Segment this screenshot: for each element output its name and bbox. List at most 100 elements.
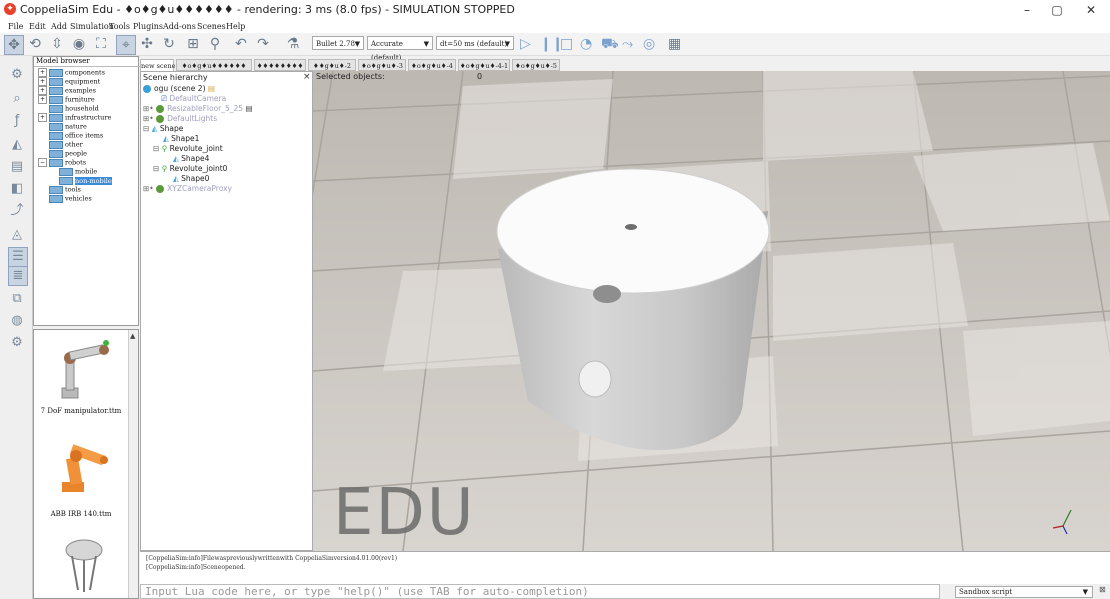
tree-expander-icon[interactable]: + bbox=[38, 77, 47, 86]
video-recorder-icon[interactable]: ◍ bbox=[8, 312, 26, 330]
tab-scene[interactable]: ♦♦g♦u♦-2 bbox=[308, 59, 356, 71]
model-folder-mobile[interactable]: mobile bbox=[48, 167, 97, 176]
model-browser-toggle-icon[interactable]: ☰ bbox=[8, 247, 28, 267]
tab-scene[interactable]: ♦o♦g♦u♦-5 bbox=[512, 59, 560, 71]
menu-simulation[interactable]: Simulation bbox=[70, 20, 114, 33]
tree-expander-icon[interactable]: + bbox=[38, 68, 47, 77]
tree-item-shape4[interactable]: ◭ Shape4 bbox=[173, 154, 209, 164]
selection-icon[interactable]: ◬ bbox=[8, 226, 26, 244]
menu-file[interactable]: File bbox=[8, 20, 23, 33]
close-window-button[interactable]: ✕ bbox=[1068, 0, 1110, 20]
dynamics-toggle-icon[interactable]: ⚗ bbox=[284, 35, 302, 53]
stop-simulation-icon[interactable]: □ bbox=[560, 36, 573, 52]
speed-up-icon[interactable]: ⤳ bbox=[622, 36, 633, 52]
visualization-toggle-icon[interactable]: ◎ bbox=[643, 36, 655, 52]
calculation-modules-icon[interactable]: ƒ bbox=[8, 112, 26, 130]
expand-icon[interactable]: ⊞• bbox=[143, 114, 154, 123]
tree-expander-icon[interactable]: + bbox=[38, 95, 47, 104]
page-selector-icon[interactable]: ▦ bbox=[668, 36, 681, 52]
menu-scenes[interactable]: Scenes bbox=[197, 20, 226, 33]
tree-item-shape0[interactable]: ◭ Shape0 bbox=[173, 174, 209, 184]
undo-icon[interactable]: ↶ bbox=[232, 35, 250, 53]
menu-plugins[interactable]: Plugins bbox=[133, 20, 163, 33]
tree-expander-icon[interactable]: − bbox=[38, 158, 47, 167]
menu-tools[interactable]: Tools bbox=[109, 20, 130, 33]
camera-pan-icon[interactable]: ✥ bbox=[4, 35, 24, 55]
model-folder-people[interactable]: people bbox=[38, 149, 87, 158]
tab-scene[interactable]: ♦o♦g♦u♦-4-1 bbox=[458, 59, 510, 71]
click-select-icon[interactable]: ⌖ bbox=[116, 35, 136, 55]
camera-angle-icon[interactable]: ◉ bbox=[70, 35, 88, 53]
realtime-mode-icon[interactable]: ◔ bbox=[580, 36, 592, 52]
clear-console-icon[interactable]: ⊠ bbox=[1099, 585, 1106, 594]
menu-edit[interactable]: Edit bbox=[29, 20, 46, 33]
manipulator-thumbnail[interactable] bbox=[44, 336, 124, 402]
slow-down-icon[interactable]: ⛟ bbox=[601, 36, 619, 52]
tree-item-revolute-joint0[interactable]: ⊟ ⚲ Revolute_joint0 bbox=[153, 164, 227, 174]
menu-add[interactable]: Add bbox=[51, 20, 67, 33]
delta-robot-thumbnail[interactable] bbox=[52, 530, 116, 599]
collections-icon[interactable]: ◭ bbox=[8, 136, 26, 154]
scene-root-item[interactable]: ogu (scene 2) ▤ bbox=[143, 84, 215, 94]
tree-item-xyz-camera-proxy[interactable]: ⊞• XYZCameraProxy bbox=[143, 184, 232, 194]
scroll-up-icon[interactable]: ▲ bbox=[130, 332, 135, 340]
collapse-icon[interactable]: ⊟ bbox=[153, 164, 159, 173]
camera-rotate-icon[interactable]: ⟲ bbox=[26, 35, 44, 53]
model-folder-furniture[interactable]: + furniture bbox=[38, 95, 95, 104]
model-folder-vehicles[interactable]: vehicles bbox=[38, 194, 92, 203]
tab-scene[interactable]: ♦o♦g♦u♦-3 bbox=[358, 59, 406, 71]
model-folder-equipment[interactable]: + equipment bbox=[38, 77, 100, 86]
transfer-dna-icon[interactable]: ⚲ bbox=[206, 35, 224, 53]
collapse-icon[interactable]: ⊟ bbox=[143, 124, 149, 133]
redo-icon[interactable]: ↷ bbox=[254, 35, 272, 53]
close-icon[interactable]: × bbox=[303, 72, 311, 82]
tab-scene[interactable]: ♦o♦g♦u♦♦♦♦♦♦ bbox=[176, 59, 252, 71]
object-rotate-icon[interactable]: ↻ bbox=[160, 35, 178, 53]
model-folder-household[interactable]: household bbox=[38, 104, 99, 113]
physics-engine-select[interactable]: Bullet 2.78 ▼ bbox=[312, 36, 364, 50]
start-simulation-icon[interactable]: ▷ bbox=[520, 36, 531, 52]
tree-item-default-lights[interactable]: ⊞• DefaultLights bbox=[143, 114, 217, 124]
lua-command-input[interactable]: Input Lua code here, or type "help()" (u… bbox=[140, 584, 940, 599]
tree-expander-icon[interactable]: + bbox=[38, 86, 47, 95]
path-edit-icon[interactable]: ⤴ bbox=[8, 202, 26, 220]
scene-object-properties-icon[interactable]: ⌕ bbox=[8, 90, 26, 108]
script-icon[interactable]: ▤ bbox=[245, 104, 252, 113]
fit-to-view-icon[interactable]: ⛶ bbox=[92, 35, 110, 53]
tab-scene[interactable]: ♦♦♦♦♦♦♦♦ bbox=[254, 59, 306, 71]
expand-icon[interactable]: ⊞• bbox=[143, 184, 154, 193]
assemble-icon[interactable]: ⊞ bbox=[184, 35, 202, 53]
model-folder-examples[interactable]: + examples bbox=[38, 86, 96, 95]
model-folder-components[interactable]: + components bbox=[38, 68, 105, 77]
scene-hierarchy-toggle-icon[interactable]: ≣ bbox=[8, 266, 28, 286]
model-folder-non-mobile[interactable]: non-mobile bbox=[48, 176, 112, 185]
camera-shift-icon[interactable]: ⇳ bbox=[48, 35, 66, 53]
timestep-select[interactable]: dt=50 ms (default) ▼ bbox=[436, 36, 514, 50]
model-folder-office-items[interactable]: office items bbox=[38, 131, 103, 140]
simulation-settings-icon[interactable]: ⚙ bbox=[8, 66, 26, 84]
script-icon[interactable]: ▤ bbox=[208, 84, 215, 93]
tree-item-revolute-joint[interactable]: ⊟ ⚲ Revolute_joint bbox=[153, 144, 223, 154]
tab-new-scene[interactable]: new scene bbox=[140, 59, 176, 71]
tree-item-floor[interactable]: ⊞• ResizableFloor_5_25 ▤ bbox=[143, 104, 253, 114]
menu-addons[interactable]: Add-ons bbox=[163, 20, 196, 33]
tree-item-default-camera[interactable]: ⎚ DefaultCamera bbox=[161, 94, 226, 104]
collapse-icon[interactable]: ⊟ bbox=[153, 144, 159, 153]
scripts-icon[interactable]: ▤ bbox=[8, 158, 26, 176]
tree-item-shape1[interactable]: ◭ Shape1 bbox=[163, 134, 199, 144]
accuracy-select[interactable]: Accurate (default) ▼ bbox=[367, 36, 433, 62]
model-folder-other[interactable]: other bbox=[38, 140, 83, 149]
tab-scene[interactable]: ♦o♦g♦u♦-4 bbox=[408, 59, 456, 71]
thumbnail-scrollbar[interactable]: ▲ bbox=[128, 330, 138, 598]
expand-icon[interactable]: ⊞• bbox=[143, 104, 154, 113]
object-shift-icon[interactable]: ✣ bbox=[138, 35, 156, 53]
scene-viewport[interactable]: Selected objects: 0 EDU bbox=[313, 71, 1110, 551]
script-target-select[interactable]: Sandbox script ▼ bbox=[955, 586, 1093, 598]
user-settings-icon[interactable]: ⚙ bbox=[8, 334, 26, 352]
menu-help[interactable]: Help bbox=[226, 20, 245, 33]
layers-icon[interactable]: ⧉ bbox=[8, 290, 26, 308]
tree-expander-icon[interactable]: + bbox=[38, 113, 47, 122]
model-folder-infrastructure[interactable]: + infrastructure bbox=[38, 113, 111, 122]
model-folder-robots[interactable]: − robots bbox=[38, 158, 86, 167]
tree-item-shape[interactable]: ⊟ ◭ Shape bbox=[143, 124, 183, 134]
